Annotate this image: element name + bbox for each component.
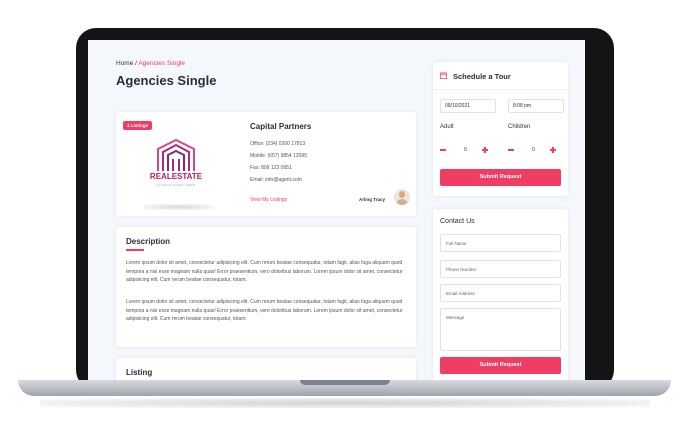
children-minus-button[interactable] bbox=[508, 149, 514, 151]
phone-input[interactable]: Phone Number bbox=[440, 260, 561, 278]
schedule-submit-button[interactable]: Submit Request bbox=[440, 169, 561, 186]
logo-shadow bbox=[144, 204, 214, 210]
breadcrumb: Home / Agencies Single bbox=[116, 60, 185, 67]
avatar-body bbox=[396, 199, 408, 205]
description-paragraph-1: Lorem ipsum dolor sit amet, consectetur … bbox=[126, 260, 403, 283]
plus-icon-v bbox=[484, 146, 486, 153]
listings-tag[interactable]: 4 Listings bbox=[123, 121, 153, 130]
description-title: Description bbox=[126, 237, 171, 246]
contact-submit-button[interactable]: Submit Request bbox=[440, 357, 561, 374]
schedule-divider bbox=[433, 89, 568, 90]
screen: Home / Agencies Single Agencies Single 4… bbox=[88, 40, 585, 380]
office-phone: Office: (234) 0200 17813 bbox=[250, 141, 306, 147]
message-textarea[interactable]: Message bbox=[440, 308, 561, 351]
email-address: Email: info@agent.com bbox=[250, 177, 302, 183]
time-field[interactable]: 8:08 pm bbox=[508, 99, 564, 113]
calendar-icon bbox=[440, 72, 447, 79]
children-label: Children bbox=[508, 124, 531, 130]
logo-wordmark: REALESTATE bbox=[149, 172, 203, 181]
children-plus-button[interactable] bbox=[550, 146, 556, 153]
adult-count: 0 bbox=[464, 147, 467, 153]
fax-number: Fax: 809 123 0951 bbox=[250, 165, 292, 171]
schedule-card: Schedule a Tour 09/10/2021 8:08 pm Adult… bbox=[433, 62, 568, 196]
agency-card: 4 Listings REALESTATE SLOGAN GOES HERE C… bbox=[116, 112, 416, 216]
logo-slogan: SLOGAN GOES HERE bbox=[156, 183, 196, 187]
page-title: Agencies Single bbox=[116, 73, 217, 88]
description-card: Description Lorem ipsum dolor sit amet, … bbox=[116, 227, 416, 347]
listing-card: Listing bbox=[116, 358, 416, 380]
agent-name[interactable]: Arling Tracy bbox=[359, 197, 385, 202]
title-underline bbox=[126, 249, 144, 251]
breadcrumb-home[interactable]: Home bbox=[116, 60, 133, 67]
email-input[interactable]: Email Address bbox=[440, 284, 561, 302]
full-name-input[interactable]: Full Name bbox=[440, 234, 561, 252]
plus-icon-v bbox=[552, 146, 554, 153]
contact-title: Contact Us bbox=[440, 218, 475, 225]
mobile-phone: Mobile: (657) 9854 12095 bbox=[250, 153, 307, 159]
laptop-shadow bbox=[40, 398, 650, 408]
house-logo-icon bbox=[157, 138, 195, 171]
date-field[interactable]: 09/10/2021 bbox=[440, 99, 496, 113]
schedule-title: Schedule a Tour bbox=[453, 72, 511, 81]
view-listings-link[interactable]: View My Listings bbox=[250, 197, 287, 203]
adult-minus-button[interactable] bbox=[440, 149, 446, 151]
laptop-notch bbox=[300, 380, 390, 385]
agency-name: Capital Partners bbox=[250, 122, 312, 131]
description-paragraph-2: Lorem ipsum dolor sit amet, consectetur … bbox=[126, 299, 403, 322]
avatar[interactable] bbox=[394, 189, 410, 205]
agency-logo: REALESTATE SLOGAN GOES HERE bbox=[146, 137, 206, 199]
children-count: 0 bbox=[532, 147, 535, 153]
contact-card: Contact Us Full Name Phone Number Email … bbox=[433, 209, 568, 380]
breadcrumb-current: Agencies Single bbox=[138, 60, 186, 67]
listing-title: Listing bbox=[126, 368, 153, 377]
adult-plus-button[interactable] bbox=[482, 146, 488, 153]
adult-label: Adult bbox=[440, 124, 454, 130]
avatar-head bbox=[399, 191, 405, 198]
